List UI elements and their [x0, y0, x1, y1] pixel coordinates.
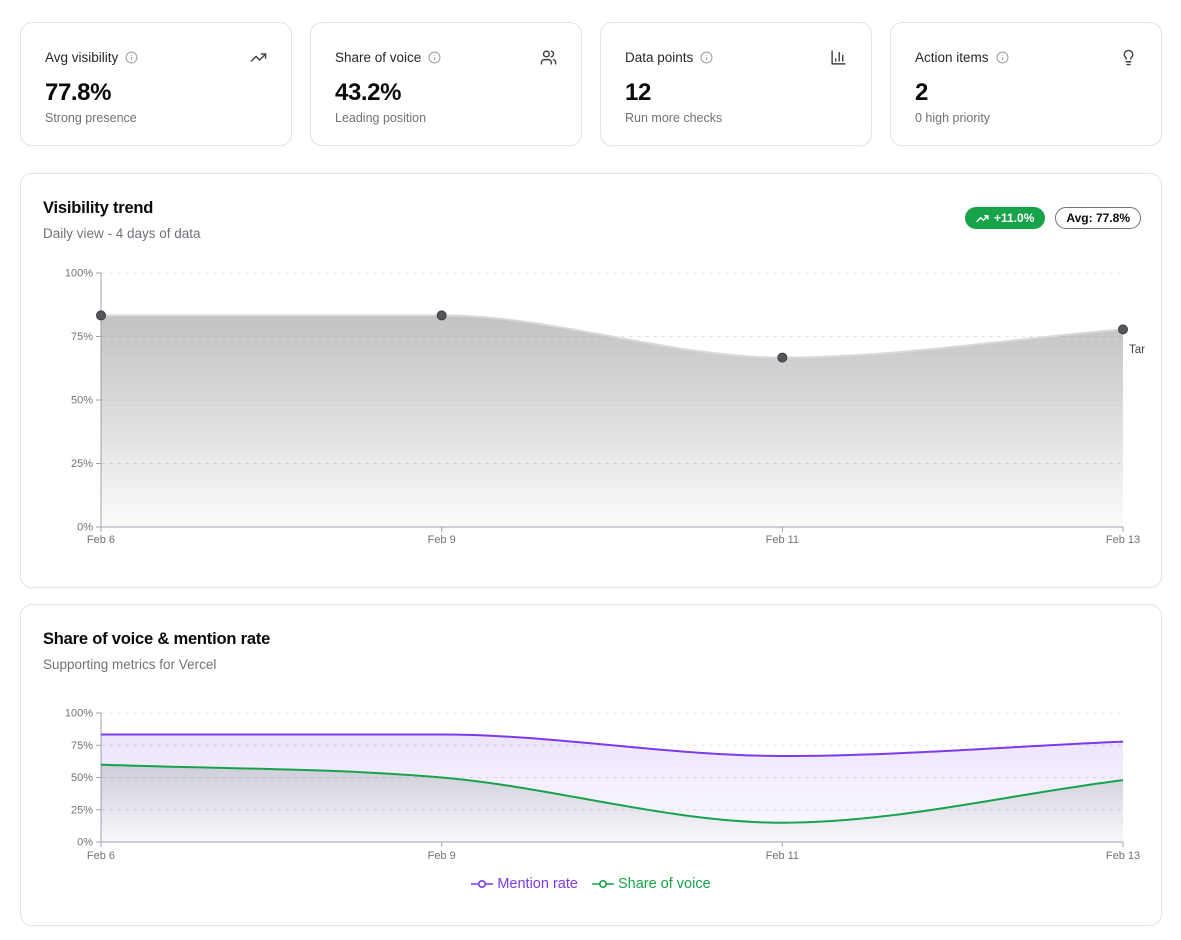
svg-text:Feb 6: Feb 6: [87, 850, 115, 862]
stat-card-data-points: Data points 12 Run more checks: [600, 22, 872, 146]
svg-text:100%: 100%: [65, 268, 93, 280]
lightbulb-icon: [1120, 49, 1137, 66]
chart-legend: Mention rate Share of voice: [21, 876, 1161, 892]
trending-up-icon: [976, 212, 989, 225]
svg-text:Feb 9: Feb 9: [428, 534, 456, 546]
legend-item-mention-rate: Mention rate: [471, 876, 578, 892]
info-icon[interactable]: [125, 51, 138, 64]
users-icon: [540, 49, 557, 66]
trending-up-icon: [250, 49, 267, 66]
stat-subtext: 0 high priority: [915, 111, 1137, 125]
stats-row: Avg visibility 77.8% Strong presence Sha…: [20, 22, 1162, 146]
avg-badge: Avg: 77.8%: [1055, 207, 1141, 229]
svg-text:75%: 75%: [71, 740, 93, 752]
svg-text:Feb 6: Feb 6: [87, 534, 115, 546]
stat-card-action-items: Action items 2 0 high priority: [890, 22, 1162, 146]
svg-text:50%: 50%: [71, 772, 93, 784]
svg-text:Tar: Tar: [1129, 344, 1145, 356]
chart-title: Visibility trend: [43, 199, 201, 218]
info-icon[interactable]: [700, 51, 713, 64]
info-icon[interactable]: [996, 51, 1009, 64]
svg-text:Feb 11: Feb 11: [766, 534, 799, 546]
svg-text:Feb 13: Feb 13: [1106, 850, 1140, 862]
stat-card-avg-visibility: Avg visibility 77.8% Strong presence: [20, 22, 292, 146]
stat-label: Avg visibility: [45, 50, 118, 65]
stat-subtext: Strong presence: [45, 111, 267, 125]
svg-text:Feb 11: Feb 11: [766, 850, 799, 862]
svg-text:Feb 9: Feb 9: [428, 850, 456, 862]
svg-text:100%: 100%: [65, 708, 93, 720]
svg-text:25%: 25%: [71, 804, 93, 816]
svg-text:75%: 75%: [71, 331, 93, 343]
visibility-trend-card: Visibility trend Daily view - 4 days of …: [20, 173, 1162, 588]
stat-value: 77.8%: [45, 79, 267, 107]
stat-label: Data points: [625, 50, 693, 65]
change-badge: +11.0%: [965, 207, 1045, 229]
svg-text:25%: 25%: [71, 458, 93, 470]
line-marker-icon: [471, 879, 493, 889]
svg-text:0%: 0%: [77, 522, 93, 534]
sov-mention-chart: 0% 25% 50% 75% 100% Feb 6 Feb 9 Feb 11 Feb 13: [21, 702, 1161, 877]
stat-subtext: Run more checks: [625, 111, 847, 125]
stat-label: Share of voice: [335, 50, 421, 65]
info-icon[interactable]: [428, 51, 441, 64]
bar-chart-icon: [830, 49, 847, 66]
legend-item-share-of-voice: Share of voice: [592, 876, 711, 892]
svg-text:Feb 13: Feb 13: [1106, 534, 1140, 546]
svg-text:0%: 0%: [77, 837, 93, 849]
svg-text:50%: 50%: [71, 395, 93, 407]
chart-title: Share of voice & mention rate: [43, 630, 270, 649]
stat-value: 43.2%: [335, 79, 557, 107]
chart-subtitle: Daily view - 4 days of data: [43, 226, 201, 241]
stat-subtext: Leading position: [335, 111, 557, 125]
visibility-trend-chart: 0% 25% 50% 75% 100% Feb 6 Feb 9 Feb 11 Feb 13 Tar: [21, 262, 1161, 562]
stat-value: 2: [915, 79, 1137, 107]
stat-card-share-of-voice: Share of voice 43.2% Leading position: [310, 22, 582, 146]
line-marker-icon: [592, 879, 614, 889]
stat-value: 12: [625, 79, 847, 107]
share-of-voice-card: Share of voice & mention rate Supporting…: [20, 604, 1162, 926]
chart-subtitle: Supporting metrics for Vercel: [43, 657, 270, 672]
stat-label: Action items: [915, 50, 989, 65]
